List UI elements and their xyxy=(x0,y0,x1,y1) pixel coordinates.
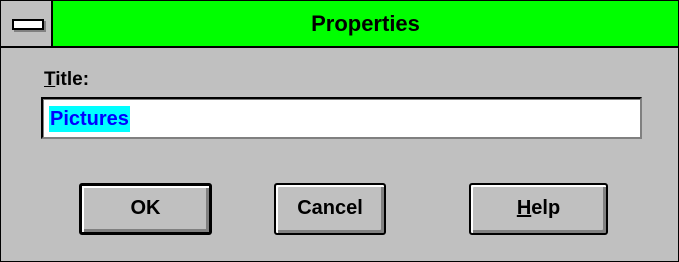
minus-icon xyxy=(12,19,44,30)
help-label-mnemonic: H xyxy=(516,197,532,219)
cancel-button[interactable]: Cancel xyxy=(274,183,386,235)
properties-dialog: Properties Title: Pictures OK Cancel Hel… xyxy=(0,0,679,262)
title-bar[interactable]: Properties xyxy=(1,1,678,48)
help-label-rest: elp xyxy=(531,197,561,219)
help-button[interactable]: Help xyxy=(469,183,608,235)
system-menu-button[interactable] xyxy=(1,1,53,46)
window-title: Properties xyxy=(311,11,420,36)
title-label-rest: itle: xyxy=(55,69,90,90)
title-field-label: Title: xyxy=(44,69,89,91)
ok-button[interactable]: OK xyxy=(79,183,212,235)
title-input-selected-text: Pictures xyxy=(49,106,130,132)
title-label-mnemonic: T xyxy=(44,69,56,90)
title-input[interactable]: Pictures xyxy=(41,97,642,139)
